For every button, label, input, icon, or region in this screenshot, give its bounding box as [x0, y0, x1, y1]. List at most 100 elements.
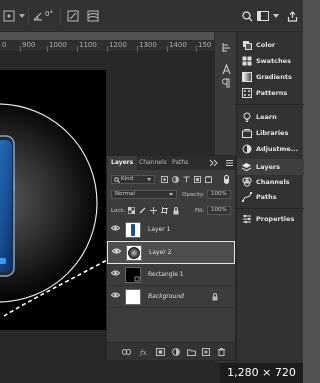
lock-label: Lock: — [111, 208, 126, 214]
lock-artboard-icon[interactable] — [160, 206, 169, 215]
panel-item-gradients[interactable]: Gradients — [241, 70, 301, 84]
layer-row-layer-2[interactable]: Layer 2 — [107, 241, 235, 264]
layer-thumbnail — [125, 267, 141, 283]
filter-smartobject-icon[interactable] — [204, 175, 213, 184]
panel-item-color[interactable]: Color — [241, 38, 301, 52]
blend-mode-select[interactable]: Normal — [111, 190, 177, 199]
opacity-value: 100% — [211, 191, 227, 197]
interpolation-icon[interactable] — [66, 9, 80, 23]
panels-list: Color Swatches Gradients Patterns Learn … — [236, 32, 304, 383]
libraries-icon — [241, 128, 252, 139]
tab-layers[interactable]: Layers — [107, 156, 138, 170]
panel-item-label: Gradients — [256, 73, 292, 81]
eye-icon[interactable] — [111, 270, 120, 276]
adjustments-icon — [241, 144, 252, 155]
reference-point-icon[interactable] — [2, 9, 16, 23]
angle-value[interactable]: 0° — [45, 10, 53, 18]
collapse-icon[interactable] — [209, 159, 219, 167]
layers-panel-tabs: Layers Channels Paths — [107, 156, 235, 170]
panel-item-label: Swatches — [256, 57, 291, 65]
tab-paths[interactable]: Paths — [168, 156, 192, 170]
chevron-down-icon[interactable] — [272, 11, 280, 21]
eye-icon[interactable] — [111, 225, 120, 231]
paragraph-icon[interactable] — [219, 76, 233, 90]
panel-item-channels[interactable]: Channels — [241, 175, 301, 189]
horizontal-ruler: 0 900 1000 1100 1200 1300 1400 150 — [0, 40, 236, 52]
new-group-icon[interactable] — [186, 347, 196, 357]
fill-label: Fill: — [195, 208, 205, 214]
panel-menu-icon[interactable] — [225, 159, 233, 167]
panel-item-libraries[interactable]: Libraries — [241, 126, 301, 140]
opacity-input[interactable]: 100% — [207, 190, 231, 199]
panel-item-adjustments[interactable]: Adjustme... — [241, 142, 301, 156]
eye-icon[interactable] — [112, 248, 121, 254]
panel-item-properties[interactable]: Properties — [241, 212, 301, 226]
tab-channels[interactable]: Channels — [135, 156, 171, 170]
panel-item-label: Learn — [256, 113, 277, 121]
lock-icon — [211, 293, 219, 301]
fx-icon[interactable]: fx — [139, 347, 151, 357]
search-icon[interactable] — [240, 9, 254, 23]
blend-mode-value: Normal — [115, 191, 135, 197]
panel-item-label: Properties — [256, 215, 295, 223]
panel-item-swatches[interactable]: Swatches — [241, 54, 301, 68]
fill-input[interactable]: 100% — [207, 206, 231, 215]
fill-value: 100% — [211, 207, 227, 213]
lock-all-icon[interactable] — [171, 206, 180, 215]
ruler-label: 1400 — [169, 41, 187, 49]
eye-icon[interactable] — [111, 292, 120, 298]
filter-kind-select[interactable]: Kind — [111, 175, 155, 184]
layer-thumbnail — [126, 245, 142, 261]
ruler-label: 1100 — [79, 41, 97, 49]
history-icon[interactable] — [219, 40, 233, 54]
panel-item-learn[interactable]: Learn — [241, 110, 301, 124]
layer-row-layer-1[interactable]: Layer 1 — [107, 219, 235, 241]
ruler-label: 1300 — [139, 41, 157, 49]
chevron-down-icon — [147, 178, 151, 181]
filter-toggle-icon[interactable] — [222, 174, 231, 185]
panel-item-label: Paths — [256, 193, 277, 201]
workspace-icon[interactable] — [256, 9, 270, 23]
layer-row-background[interactable]: Background — [107, 286, 235, 308]
filter-type-icon[interactable] — [182, 175, 191, 184]
panel-item-label: Layers — [256, 163, 281, 171]
chevron-down-icon[interactable] — [18, 11, 26, 21]
filter-pixel-icon[interactable] — [160, 175, 169, 184]
adjustment-layer-icon[interactable] — [171, 347, 181, 357]
channels-icon — [241, 177, 252, 188]
new-layer-icon[interactable] — [201, 347, 211, 357]
layer-name: Layer 2 — [149, 249, 172, 256]
share-icon[interactable] — [285, 9, 299, 23]
panel-item-label: Channels — [256, 178, 290, 186]
layer-row-rectangle-1[interactable]: Rectangle 1 — [107, 264, 235, 286]
layer-name: Layer 1 — [148, 226, 171, 233]
warp-icon[interactable] — [86, 9, 100, 23]
filter-adjustment-icon[interactable] — [171, 175, 180, 184]
lock-image-icon[interactable] — [138, 206, 147, 215]
filter-shape-icon[interactable] — [193, 175, 202, 184]
ruler-label: 900 — [22, 41, 36, 49]
panel-item-paths[interactable]: Paths — [241, 190, 301, 204]
lock-position-icon[interactable] — [149, 206, 158, 215]
swatches-icon — [241, 56, 252, 67]
ruler-label: 1200 — [109, 41, 127, 49]
divider — [60, 8, 61, 25]
layer-name: Rectangle 1 — [148, 271, 184, 278]
ruler-label: 1000 — [49, 41, 67, 49]
lock-transparent-icon[interactable] — [127, 206, 136, 215]
patterns-icon — [241, 88, 252, 99]
panel-item-label: Adjustme... — [256, 145, 299, 153]
panel-item-label: Patterns — [256, 89, 288, 97]
layers-panel: Layers Channels Paths Kind Normal Opacit… — [106, 155, 236, 361]
panel-item-patterns[interactable]: Patterns — [241, 86, 301, 100]
add-mask-icon[interactable] — [155, 347, 165, 357]
options-bar: 0° — [0, 0, 303, 32]
trash-icon[interactable] — [216, 347, 226, 357]
panel-item-label: Color — [256, 41, 276, 49]
link-layers-icon[interactable] — [121, 347, 131, 357]
layer-name: Background — [148, 293, 184, 300]
properties-icon — [241, 214, 252, 225]
character-icon[interactable] — [219, 62, 233, 76]
panel-item-layers[interactable]: Layers — [237, 159, 304, 175]
search-icon — [114, 177, 120, 183]
